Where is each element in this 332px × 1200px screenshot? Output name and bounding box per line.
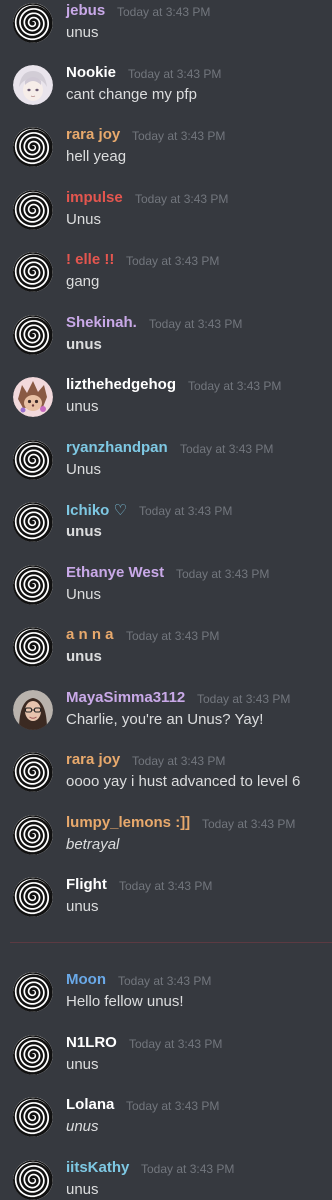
author-name[interactable]: iitsKathy [66,1159,129,1176]
chat-message: MayaSimma3112 Today at 3:43 PM Charlie, yo… [0,689,332,752]
message-content: gang [66,273,100,290]
message-content: unus [66,1056,99,1073]
chat-message: jebus Today at 3:43 PM unus [0,2,332,65]
chat-message: Nookie Today at 3:43 PM cant change my pfp [0,64,332,127]
message-content: oooo yay i hust advanced to level 6 [66,773,301,790]
message-timestamp: Today at 3:43 PM [141,1162,235,1176]
message-timestamp: Today at 3:43 PM [180,442,274,456]
author-name[interactable]: impulse [66,189,123,206]
chat-message: Ichiko ♡ Today at 3:43 PM unus [0,502,332,564]
author-name[interactable]: ryanzhandpan [66,439,168,456]
chat-message: ! elle !! Today at 3:43 PM gang [0,251,332,314]
message-content: unus [66,1118,99,1135]
message-timestamp: Today at 3:43 PM [132,129,226,143]
message-content: betrayal [66,836,120,853]
spiral-avatar-icon[interactable] [13,627,53,667]
message-content: unus [66,523,102,540]
photo-avatar-icon[interactable] [13,690,53,730]
spiral-avatar-icon[interactable] [13,752,53,792]
author-name[interactable]: Shekinah. [66,314,137,331]
author-name[interactable]: Flight [66,876,107,893]
message-content: unus [66,898,99,915]
chat-message: rara joy Today at 3:43 PM oooo yay i hust … [0,751,332,814]
hedgehog-avatar-icon[interactable] [13,377,53,417]
chat-message: impulse Today at 3:43 PM Unus [0,189,332,252]
message-timestamp: Today at 3:43 PM [126,1099,220,1113]
message-content: Charlie, you're an Unus? Yay! [66,711,264,728]
message-timestamp: Today at 3:43 PM [117,5,211,19]
message-content: Unus [66,461,102,478]
message-content: unus [66,648,102,665]
author-name[interactable]: N1LRO [66,1034,117,1051]
spiral-avatar-icon[interactable] [13,3,53,43]
chat-message: lumpy_lemons :]] Today at 3:43 PM betrayal [0,814,332,877]
author-name[interactable]: Lolana [66,1096,114,1113]
message-content: Hello fellow unus! [66,993,184,1010]
author-name[interactable]: Ethanye West [66,564,164,581]
chat-message: N1LRO Today at 3:43 PM unus [0,1034,332,1097]
author-name[interactable]: rara joy [66,751,120,768]
spiral-avatar-icon[interactable] [13,972,53,1012]
message-content: cant change my pfp [66,86,197,103]
spiral-avatar-icon[interactable] [13,877,53,917]
chat-message: Flight Today at 3:43 PM unus [0,876,332,939]
author-name[interactable]: Ichiko ♡ [66,501,127,519]
message-content: unus [66,336,102,353]
chat-message: lizthehedgehog Today at 3:43 PM unus [0,376,332,439]
message-content: hell yeag [66,148,127,165]
message-timestamp: Today at 3:43 PM [129,1037,223,1051]
spiral-avatar-icon[interactable] [13,815,53,855]
message-timestamp: Today at 3:43 PM [197,692,291,706]
spiral-avatar-icon[interactable] [13,565,53,605]
author-name[interactable]: lizthehedgehog [66,376,176,393]
chat-message: Moon Today at 3:43 PM Hello fellow unus! [0,971,332,1034]
new-messages-divider [10,942,332,943]
author-name[interactable]: ! elle !! [66,251,114,268]
message-timestamp: Today at 3:43 PM [132,754,226,768]
message-content: unus [66,398,99,415]
message-content: unus [66,24,99,41]
author-name[interactable]: a n n a [66,626,114,643]
spiral-avatar-icon[interactable] [13,190,53,230]
chat-message: Ethanye West Today at 3:43 PM Unus [0,564,332,627]
message-timestamp: Today at 3:43 PM [126,629,220,643]
message-timestamp: Today at 3:43 PM [176,567,270,581]
message-content: Unus [66,586,102,603]
author-name[interactable]: Nookie [66,64,116,81]
chat-message-list[interactable]: jebus Today at 3:43 PM unus Nookie Today at … [0,0,332,1200]
message-timestamp: Today at 3:43 PM [188,379,282,393]
chat-message: Lolana Today at 3:43 PM unus [0,1096,332,1159]
message-timestamp: Today at 3:43 PM [202,817,296,831]
chat-message: ryanzhandpan Today at 3:43 PM Unus [0,439,332,502]
spiral-avatar-icon[interactable] [13,127,53,167]
message-timestamp: Today at 3:43 PM [126,254,220,268]
message-content: unus [66,1181,99,1198]
message-timestamp: Today at 3:43 PM [149,317,243,331]
author-name[interactable]: jebus [66,2,105,19]
message-timestamp: Today at 3:43 PM [118,974,212,988]
spiral-avatar-icon[interactable] [13,252,53,292]
author-name[interactable]: lumpy_lemons :]] [66,814,190,831]
message-timestamp: Today at 3:43 PM [139,504,233,518]
message-content: Unus [66,211,102,228]
spiral-avatar-icon[interactable] [13,1097,53,1137]
spiral-avatar-icon[interactable] [13,315,53,355]
spiral-avatar-icon[interactable] [13,1035,53,1075]
anime-avatar-icon[interactable] [13,65,53,105]
chat-message: a n n a Today at 3:43 PM unus [0,626,332,689]
message-timestamp: Today at 3:43 PM [119,879,213,893]
spiral-avatar-icon[interactable] [13,502,53,542]
author-name[interactable]: Moon [66,971,106,988]
message-timestamp: Today at 3:43 PM [128,67,222,81]
chat-message: Shekinah. Today at 3:43 PM unus [0,314,332,377]
chat-message: rara joy Today at 3:43 PM hell yeag [0,126,332,189]
author-name[interactable]: MayaSimma3112 [66,689,185,706]
message-timestamp: Today at 3:43 PM [135,192,229,206]
spiral-avatar-icon[interactable] [13,440,53,480]
author-name[interactable]: rara joy [66,126,120,143]
chat-message: iitsKathy Today at 3:43 PM unus [0,1159,332,1200]
spiral-avatar-icon[interactable] [13,1160,53,1200]
